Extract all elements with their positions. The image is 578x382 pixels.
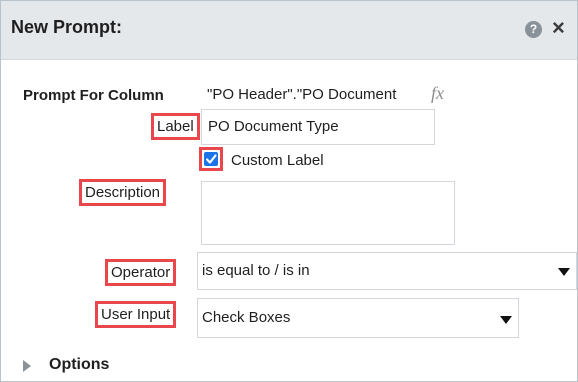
expand-triangle-icon[interactable] (23, 360, 31, 372)
label-field-label: Label (151, 113, 200, 140)
operator-dropdown-caret-icon[interactable] (558, 268, 570, 276)
prompt-for-column-field[interactable]: "PO Header"."PO Document (201, 79, 431, 113)
check-icon (205, 154, 217, 164)
operator-label: Operator (105, 259, 177, 286)
formula-icon[interactable]: fx (431, 83, 444, 104)
options-section-toggle[interactable]: Options (49, 356, 109, 374)
new-prompt-dialog: New Prompt: ? × Prompt For Column "PO He… (0, 0, 578, 382)
description-label: Description (79, 179, 167, 206)
dialog-title: New Prompt: (11, 17, 123, 37)
user-input-label: User Input (95, 301, 177, 328)
prompt-for-column-label: Prompt For Column (23, 87, 164, 104)
label-input[interactable]: PO Document Type (201, 109, 435, 145)
custom-label-text: Custom Label (231, 152, 324, 169)
custom-label-checkbox[interactable] (204, 152, 218, 166)
user-input-select[interactable]: Check Boxes (197, 298, 519, 338)
custom-label-checkbox-wrapper[interactable] (199, 147, 223, 171)
operator-select[interactable]: is equal to / is in (197, 252, 577, 290)
user-input-dropdown-caret-icon[interactable] (500, 316, 512, 324)
close-icon[interactable]: × (552, 16, 565, 40)
description-textarea[interactable] (201, 181, 455, 245)
help-icon[interactable]: ? (525, 21, 542, 38)
dialog-titlebar: New Prompt: ? × (1, 1, 577, 60)
